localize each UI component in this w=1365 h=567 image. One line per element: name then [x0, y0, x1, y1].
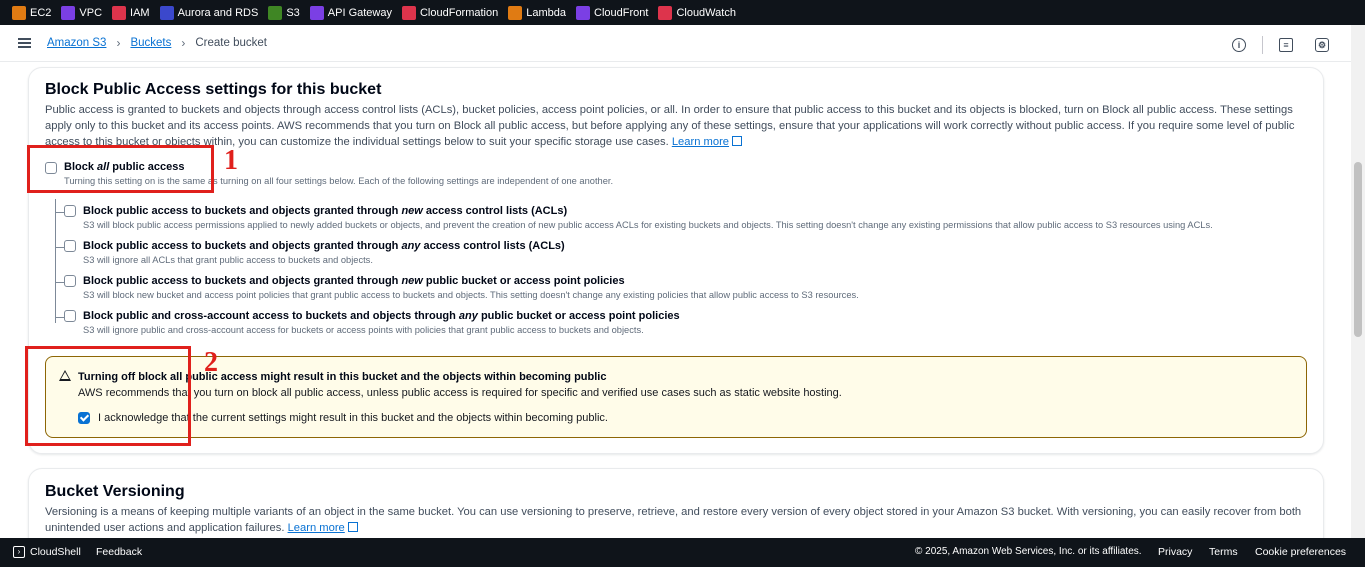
cloudshell-icon[interactable]: › — [13, 546, 25, 558]
label-part: Block public access to buckets and objec… — [83, 275, 402, 287]
label-part: public bucket or access point policies — [477, 310, 680, 322]
page-scrollbar[interactable] — [1351, 25, 1365, 538]
chevron-right-icon: › — [116, 36, 121, 50]
service-label: VPC — [79, 6, 103, 19]
iam-icon — [112, 5, 127, 20]
notifications-panel-icon[interactable]: ≡ — [1279, 38, 1293, 52]
scrollbar-thumb[interactable] — [1354, 162, 1362, 337]
terms-link[interactable]: Terms — [1209, 546, 1238, 558]
cloudformation-icon — [401, 5, 416, 20]
copyright: © 2025, Amazon Web Services, Inc. or its… — [915, 546, 1142, 557]
feedback-link[interactable]: Feedback — [96, 546, 142, 558]
external-link-icon — [347, 522, 358, 532]
block-new-policies-checkbox[interactable] — [64, 275, 76, 287]
service-label: IAM — [130, 6, 150, 19]
label-emphasis: new — [401, 205, 423, 217]
hamburger-menu-icon[interactable] — [18, 38, 31, 48]
option-description: S3 will ignore all ACLs that grant publi… — [83, 255, 373, 265]
block-public-access-card: Block Public Access settings for this bu… — [28, 67, 1324, 454]
section-title: Bucket Versioning — [45, 483, 185, 500]
service-label: CloudFront — [594, 6, 649, 19]
bucket-versioning-card: Bucket Versioning Versioning is a means … — [28, 468, 1324, 538]
section-description: Versioning is a means of keeping multipl… — [45, 504, 1307, 536]
block-new-acls-checkbox[interactable] — [64, 205, 76, 217]
breadcrumb-current: Create bucket — [195, 37, 267, 49]
label-emphasis: any — [401, 240, 421, 252]
info-icon[interactable]: i — [1232, 38, 1246, 52]
service-label: API Gateway — [327, 6, 392, 19]
option-description: S3 will ignore public and cross-account … — [83, 325, 644, 335]
annotation-number-2: 2 — [204, 347, 218, 378]
breadcrumb: Amazon S3 › Buckets › Create bucket — [47, 36, 267, 50]
breadcrumb-buckets[interactable]: Buckets — [130, 37, 171, 49]
tree-line — [55, 199, 56, 323]
rds-icon — [159, 5, 174, 20]
label-part: access control lists (ACLs) — [420, 240, 565, 252]
nav-actions: i ≡ ⚙ — [1210, 36, 1329, 54]
label-part: Block public and cross-account access to… — [83, 310, 459, 322]
label-part: Block public access to buckets and objec… — [83, 205, 402, 217]
service-label: Aurora and RDS — [177, 6, 259, 19]
lambda-icon — [508, 5, 523, 20]
service-label: EC2 — [30, 6, 52, 19]
service-label: CloudWatch — [676, 6, 736, 19]
section-title: Block Public Access settings for this bu… — [45, 81, 382, 98]
divider — [1262, 36, 1263, 54]
breadcrumb-amazon-s3[interactable]: Amazon S3 — [47, 37, 106, 49]
service-shortcut[interactable]: CloudFront — [576, 5, 649, 20]
option-label: Block public access to buckets and objec… — [83, 240, 565, 252]
learn-more-link[interactable]: Learn more — [288, 522, 345, 534]
public-access-warning-alert: Turning off block all public access migh… — [45, 356, 1307, 438]
label-part: Block public access to buckets and objec… — [83, 240, 402, 252]
label-emphasis: new — [401, 275, 423, 287]
main-content: Block Public Access settings for this bu… — [0, 62, 1351, 538]
settings-icon[interactable]: ⚙ — [1315, 38, 1329, 52]
option-label: Block public access to buckets and objec… — [83, 205, 567, 217]
s3-icon — [268, 5, 283, 20]
block-any-policies-checkbox[interactable] — [64, 310, 76, 322]
footer: › CloudShell Feedback © 2025, Amazon Web… — [0, 538, 1365, 567]
chevron-right-icon: › — [181, 36, 186, 50]
external-link-icon — [732, 136, 743, 146]
label-part: public bucket or access point policies — [422, 275, 625, 287]
service-label: Lambda — [526, 6, 567, 19]
label-emphasis: any — [458, 310, 478, 322]
option-label: Block public and cross-account access to… — [83, 310, 680, 322]
service-shortcut[interactable]: IAM — [112, 5, 150, 20]
cloudfront-icon — [576, 5, 591, 20]
services-bar: EC2 VPC IAM Aurora and RDS S3 API Gateway Clou… — [0, 0, 1365, 25]
annotation-number-1: 1 — [224, 145, 238, 176]
privacy-link[interactable]: Privacy — [1158, 546, 1192, 558]
api-gateway-icon — [309, 5, 324, 20]
service-shortcut[interactable]: API Gateway — [309, 5, 392, 20]
section-description: Public access is granted to buckets and … — [45, 102, 1307, 150]
option-label: Block public access to buckets and objec… — [83, 275, 625, 287]
service-shortcut[interactable]: CloudFormation — [401, 5, 499, 20]
cloudwatch-icon — [658, 5, 673, 20]
option-description: S3 will block new bucket and access poin… — [83, 290, 859, 300]
annotation-box-2 — [25, 346, 191, 446]
service-shortcut[interactable]: S3 — [268, 5, 300, 20]
service-label: S3 — [286, 6, 300, 19]
service-shortcut[interactable]: Lambda — [508, 5, 567, 20]
service-shortcut[interactable]: EC2 — [12, 5, 52, 20]
cloudshell-link[interactable]: CloudShell — [30, 546, 81, 558]
service-shortcut[interactable]: Aurora and RDS — [159, 5, 259, 20]
service-shortcut[interactable]: CloudWatch — [658, 5, 736, 20]
label-part: access control lists (ACLs) — [422, 205, 568, 217]
description-text: Versioning is a means of keeping multipl… — [45, 506, 1302, 534]
warning-description: AWS recommends that you turn on block al… — [78, 387, 842, 399]
navigation-bar: Amazon S3 › Buckets › Create bucket i ≡ … — [0, 25, 1351, 62]
cookie-preferences-link[interactable]: Cookie preferences — [1255, 546, 1346, 558]
service-shortcut[interactable]: VPC — [61, 5, 103, 20]
learn-more-link[interactable]: Learn more — [672, 136, 729, 148]
vpc-icon — [61, 5, 76, 20]
option-description: S3 will block public access permissions … — [83, 220, 1213, 230]
block-any-acls-checkbox[interactable] — [64, 240, 76, 252]
service-label: CloudFormation — [419, 6, 499, 19]
ec2-icon — [12, 5, 26, 20]
annotation-box-1 — [27, 145, 214, 193]
description-text: Public access is granted to buckets and … — [45, 104, 1295, 148]
